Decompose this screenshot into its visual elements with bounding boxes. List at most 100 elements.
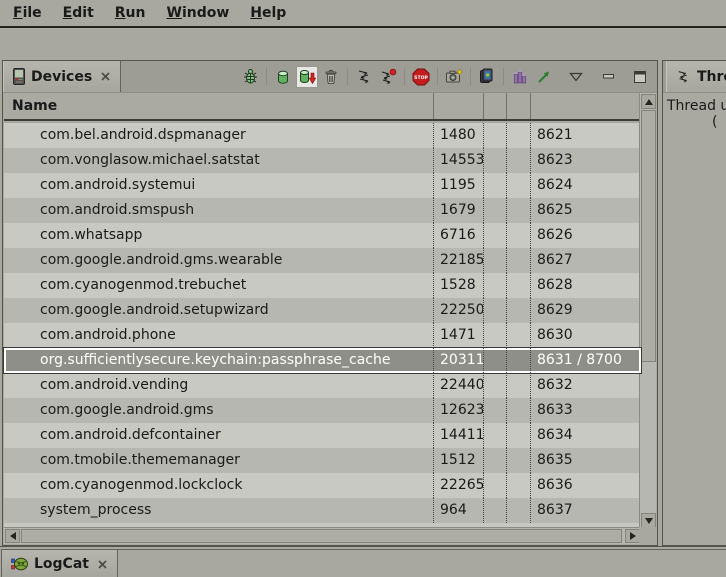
scrollbar-corner	[639, 527, 656, 544]
cell-port: 8626	[531, 223, 641, 248]
cell-heap	[484, 348, 507, 373]
vertical-scroll-thumb[interactable]	[641, 110, 656, 362]
horizontal-scrollbar[interactable]	[4, 527, 641, 544]
horizontal-scroll-thumb[interactable]	[21, 529, 622, 543]
table-row[interactable]: com.cyanogenmod.lockclock222658636	[4, 473, 641, 498]
method-profiling-icon[interactable]	[377, 66, 399, 88]
cell-port: 8635	[531, 448, 641, 473]
cell-pid: 22250	[434, 298, 484, 323]
cell-pid: 22440	[434, 373, 484, 398]
cell-port: 8636	[531, 473, 641, 498]
cell-name: com.android.defcontainer	[4, 423, 434, 448]
column-header-heap[interactable]	[484, 93, 507, 119]
cell-pid: 6716	[434, 223, 484, 248]
cell-threads	[507, 373, 531, 398]
cell-pid: 14411	[434, 423, 484, 448]
svg-text:STOP: STOP	[414, 75, 428, 81]
table-row[interactable]: com.android.systemui11958624	[4, 173, 641, 198]
dump-hprof-icon[interactable]	[296, 66, 318, 88]
cell-port: 8634	[531, 423, 641, 448]
cell-heap	[484, 148, 507, 173]
cell-pid: 14553	[434, 148, 484, 173]
table-row[interactable]: com.tmobile.thememanager15128635	[4, 448, 641, 473]
cell-name: com.google.android.gms	[4, 398, 434, 423]
tab-devices[interactable]: Devices	[3, 61, 121, 92]
tab-threads-label: Threads	[697, 69, 726, 85]
cell-port: 8623	[531, 148, 641, 173]
threads-icon	[676, 69, 691, 84]
cell-threads	[507, 173, 531, 198]
table-row[interactable]: com.whatsapp67168626	[4, 223, 641, 248]
cell-pid: 1528	[434, 273, 484, 298]
cell-threads	[507, 423, 531, 448]
table-row[interactable]: com.google.android.gms.wearable221858627	[4, 248, 641, 273]
table-row[interactable]: com.android.defcontainer14411 8634	[4, 423, 641, 448]
cell-pid: 22185	[434, 248, 484, 273]
main-toolbar	[0, 30, 726, 59]
table-row[interactable]: com.android.smspush16798625	[4, 198, 641, 223]
table-row[interactable]: com.google.android.setupwizard222508629	[4, 298, 641, 323]
toolbar-separator	[437, 68, 438, 85]
scroll-down-button[interactable]	[641, 513, 656, 528]
table-row[interactable]: com.vonglasow.michael.satstat14553 8623	[4, 148, 641, 173]
column-header-pid[interactable]	[434, 93, 484, 119]
cell-pid: 1679	[434, 198, 484, 223]
minimize-icon[interactable]	[597, 66, 619, 88]
table-row[interactable]: com.android.vending22440 8632	[4, 373, 641, 398]
update-threads-icon[interactable]	[353, 66, 375, 88]
cell-pid: 20311	[434, 348, 484, 373]
cell-port: 8632	[531, 373, 641, 398]
cell-threads	[507, 348, 531, 373]
scroll-up-button[interactable]	[641, 94, 656, 109]
cell-name: com.android.vending	[4, 373, 434, 398]
menu-edit[interactable]: Edit	[60, 3, 97, 23]
threads-message-line2: (	[712, 114, 726, 130]
column-header-name[interactable]: Name	[4, 93, 434, 119]
threads-message-line1: Thread up	[667, 98, 726, 114]
view-menu-icon[interactable]	[565, 66, 587, 88]
screen-record-icon[interactable]	[476, 66, 498, 88]
debug-icon[interactable]	[239, 66, 261, 88]
threads-tabstrip: Threads	[663, 61, 726, 93]
clients-table: com.bel.android.dspmanager14808621com.vo…	[4, 123, 641, 529]
tab-devices-label: Devices	[31, 69, 92, 85]
column-header-threads[interactable]	[507, 93, 531, 119]
close-icon[interactable]	[100, 71, 111, 82]
vertical-scrollbar[interactable]	[639, 93, 656, 529]
stop-process-icon[interactable]: STOP	[410, 66, 432, 88]
cell-heap	[484, 173, 507, 198]
ddms-window: File Edit Run Window Help Devices	[0, 0, 726, 577]
cell-name: com.vonglasow.michael.satstat	[4, 148, 434, 173]
menu-help[interactable]: Help	[247, 3, 289, 23]
table-row[interactable]: com.cyanogenmod.trebuchet15288628	[4, 273, 641, 298]
close-icon[interactable]	[97, 559, 108, 570]
table-row-selected[interactable]: org.sufficientlysecure.keychain:passphra…	[4, 348, 641, 373]
menu-run[interactable]: Run	[112, 3, 149, 23]
cell-name: com.cyanogenmod.lockclock	[4, 473, 434, 498]
opengl-trace-icon[interactable]	[533, 66, 555, 88]
menu-window[interactable]: Window	[163, 3, 232, 23]
table-row[interactable]: system_process9648637	[4, 498, 641, 523]
cell-pid: 1480	[434, 123, 484, 148]
cell-threads	[507, 273, 531, 298]
table-row[interactable]: com.bel.android.dspmanager14808621	[4, 123, 641, 148]
table-row[interactable]: com.google.android.gms126238633	[4, 398, 641, 423]
table-row[interactable]: com.android.phone14718630	[4, 323, 641, 348]
scroll-left-button[interactable]	[5, 529, 20, 543]
update-heap-icon[interactable]	[272, 66, 294, 88]
screen-capture-icon[interactable]	[443, 66, 465, 88]
tab-threads[interactable]: Threads	[666, 61, 726, 92]
system-trace-icon[interactable]	[509, 66, 531, 88]
cell-name: com.cyanogenmod.trebuchet	[4, 273, 434, 298]
maximize-icon[interactable]	[629, 66, 651, 88]
cell-heap	[484, 223, 507, 248]
menu-file[interactable]: File	[10, 3, 45, 23]
menu-bar: File Edit Run Window Help	[0, 0, 726, 28]
cell-threads	[507, 448, 531, 473]
cause-gc-icon[interactable]	[320, 66, 342, 88]
cell-port: 8624	[531, 173, 641, 198]
scroll-right-button[interactable]	[625, 529, 640, 543]
column-header-port[interactable]	[531, 93, 641, 119]
cell-heap	[484, 498, 507, 523]
tab-logcat[interactable]: LogCat	[1, 549, 118, 577]
